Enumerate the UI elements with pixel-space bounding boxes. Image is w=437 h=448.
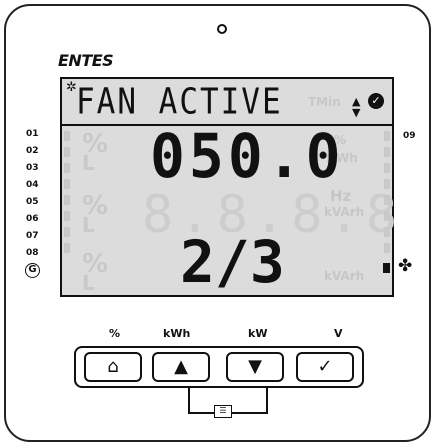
ghost-l: L xyxy=(82,151,95,175)
ghost-segment xyxy=(64,195,70,205)
channel-label: 04 xyxy=(26,180,39,190)
status-text: FAN ACTIVE xyxy=(76,81,283,123)
button-label-percent: % xyxy=(109,327,121,340)
ok-button[interactable]: ✓ xyxy=(296,352,354,382)
brand-logo: ENTES xyxy=(58,51,114,70)
ghost-segment xyxy=(384,195,390,205)
ghost-segment xyxy=(384,243,390,253)
lcd-status-row: ✲ FAN ACTIVE TMin ▲ ▼ ✓ xyxy=(62,79,392,124)
ghost-l: L xyxy=(82,271,95,295)
ghost-segment xyxy=(64,243,70,253)
button-pad: ⌂ ▲ ▼ ✓ xyxy=(74,346,364,388)
ghost-segment xyxy=(384,147,390,157)
ghost-segment xyxy=(384,131,390,141)
channel-label: 02 xyxy=(26,146,39,156)
ghost-unit: kVArh xyxy=(324,205,365,219)
channel-label: 06 xyxy=(26,214,39,224)
ground-icon: G xyxy=(25,263,40,278)
check-circle-icon: ✓ xyxy=(317,356,333,377)
up-down-arrows-icon: ▲ ▼ xyxy=(352,95,361,119)
up-button[interactable]: ▲ xyxy=(152,352,210,382)
home-button[interactable]: ⌂ xyxy=(84,352,142,382)
ghost-segment xyxy=(64,163,70,173)
step-value: 2/3 xyxy=(180,228,285,296)
lcd-display: ✲ FAN ACTIVE TMin ▲ ▼ ✓ % L % L % L 8.8.8… xyxy=(60,77,397,297)
ghost-segment xyxy=(64,147,70,157)
main-value: 050.0 xyxy=(150,120,345,192)
button-label-kwh: kWh xyxy=(163,327,191,340)
home-icon: ⌂ xyxy=(107,356,119,377)
ghost-l: L xyxy=(82,213,95,237)
ghost-segment xyxy=(64,227,70,237)
channel-label: 01 xyxy=(26,129,39,139)
channel-label: 07 xyxy=(26,231,39,241)
fan-indicator xyxy=(383,263,390,273)
menu-icon: ☰ xyxy=(214,405,232,418)
fan-icon: ✤ xyxy=(398,256,413,276)
down-button[interactable]: ▼ xyxy=(226,352,284,382)
device-panel: ENTES ✲ FAN ACTIVE TMin ▲ ▼ ✓ % L % L % L… xyxy=(4,4,431,442)
button-label-kw: kW xyxy=(248,327,268,340)
channel-label: 03 xyxy=(26,163,39,173)
ghost-unit: TMin xyxy=(308,95,341,109)
ghost-segment xyxy=(384,163,390,173)
up-triangle-icon: ▲ xyxy=(174,356,188,377)
ghost-unit: kVArh xyxy=(324,269,365,283)
channel-label: 05 xyxy=(26,197,39,207)
down-triangle-icon: ▼ xyxy=(248,356,262,377)
ghost-segment xyxy=(64,211,70,221)
button-label-v: V xyxy=(334,327,343,340)
ghost-segment xyxy=(64,131,70,141)
check-circle-icon: ✓ xyxy=(368,93,384,109)
channel-label-right: 09 xyxy=(403,131,416,141)
ghost-segment xyxy=(64,179,70,189)
ghost-segment xyxy=(384,211,390,221)
ghost-segment xyxy=(384,179,390,189)
channel-label: 08 xyxy=(26,248,39,258)
ghost-segment xyxy=(384,227,390,237)
mounting-hole xyxy=(217,24,227,34)
